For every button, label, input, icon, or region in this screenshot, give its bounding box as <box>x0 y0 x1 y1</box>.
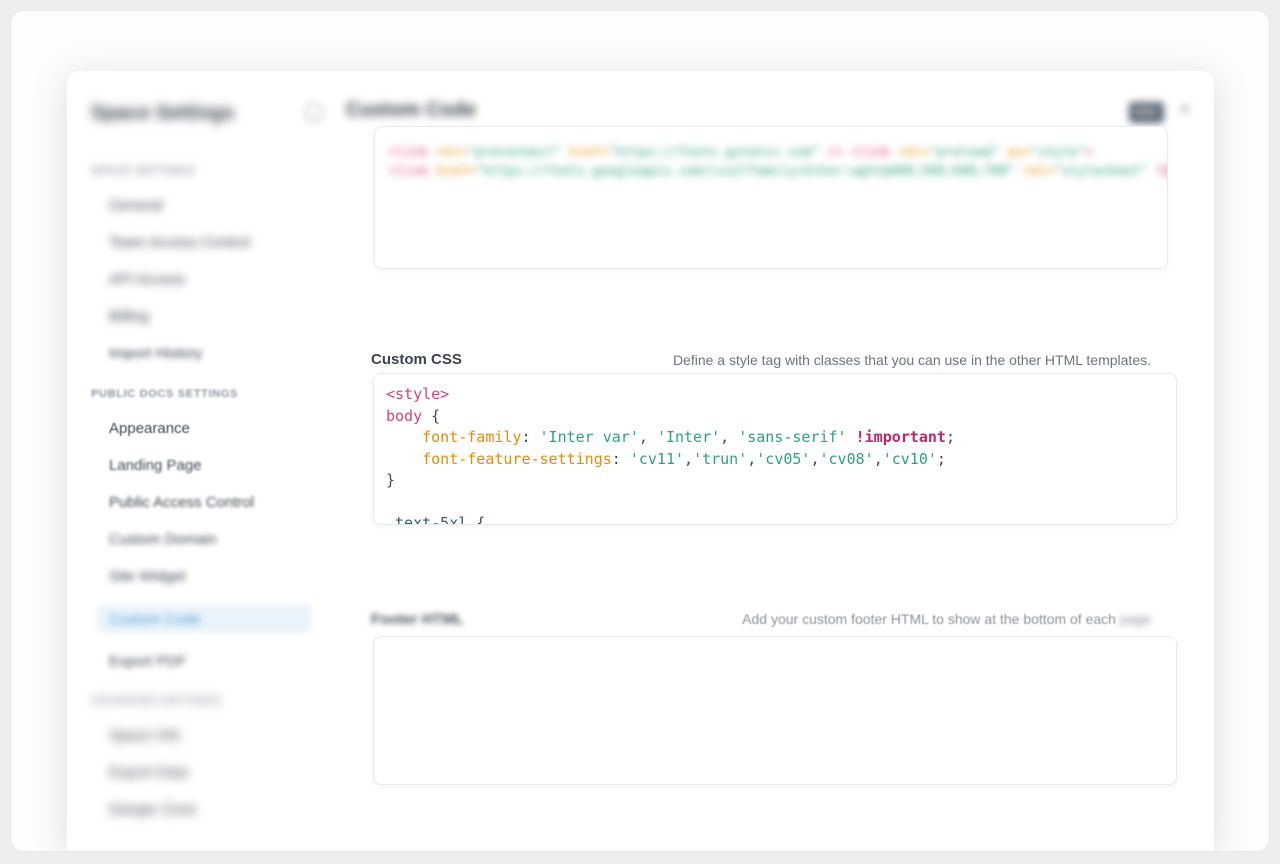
sidebar-section: ADVANCED SETTINGS Space Info Export Data Da… <box>67 694 332 818</box>
sidebar-item-api-access[interactable]: API Access <box>109 271 185 288</box>
sidebar-item-billing[interactable]: Billing <box>109 308 149 325</box>
footer-html-label: Footer HTML <box>371 611 463 629</box>
settings-sidebar: Space Settings SPACE SETTINGS General Team… <box>67 71 332 851</box>
code-line: body { <box>386 406 1176 428</box>
page-title: Custom Code <box>346 97 476 124</box>
sidebar-item-team-access-control[interactable]: Team Access Control <box>109 234 250 251</box>
code-line: <link rel="preconnect" href="https://fon… <box>389 143 1153 162</box>
sidebar-item-danger-zone[interactable]: Danger Zone <box>109 801 197 818</box>
code-line: } <box>386 470 1176 492</box>
esc-key-badge: ESC <box>1129 102 1164 123</box>
sidebar-item-landing-page[interactable]: Landing Page <box>109 457 202 474</box>
sidebar-section-header: ADVANCED SETTINGS <box>91 694 332 709</box>
header-html-code-editor[interactable]: <link rel="preconnect" href="https://fon… <box>374 126 1168 269</box>
sidebar-item-general[interactable]: General <box>109 197 162 214</box>
code-line: <link href="https://fonts.googleapis.com… <box>389 162 1153 181</box>
footer-html-description-main: Add your custom footer HTML to show at t… <box>742 611 1120 627</box>
custom-css-description: Define a style tag with classes that you… <box>673 351 1151 369</box>
footer-html-description: Add your custom footer HTML to show at t… <box>742 610 1151 628</box>
settings-modal: Space Settings SPACE SETTINGS General Team… <box>67 71 1214 851</box>
close-icon[interactable]: ✕ <box>1178 100 1192 120</box>
code-line: .text-5xl { <box>386 513 1176 525</box>
header-html-code: <link rel="preconnect" href="https://fon… <box>389 143 1153 181</box>
sidebar-title: Space Settings <box>91 100 332 127</box>
settings-window: Space Settings SPACE SETTINGS General Team… <box>10 10 1270 852</box>
sidebar-item-import-history[interactable]: Import History <box>109 345 202 362</box>
sidebar-item-custom-code[interactable]: Custom Code <box>97 605 311 633</box>
code-line: <style> <box>386 384 1176 406</box>
custom-css-label: Custom CSS <box>371 351 462 369</box>
sidebar-section-header: SPACE SETTINGS <box>91 164 332 179</box>
sidebar-section: SPACE SETTINGS General Team Access Control… <box>67 164 332 362</box>
footer-html-description-tail: page <box>1120 611 1151 627</box>
custom-css-code: <style>body { font-family: 'Inter var', … <box>386 384 1176 525</box>
code-line: font-family: 'Inter var', 'Inter', 'sans… <box>386 427 1176 449</box>
sidebar-item-export-pdf[interactable]: Export PDF <box>109 653 187 670</box>
custom-css-code-editor[interactable]: <style>body { font-family: 'Inter var', … <box>373 373 1177 525</box>
sidebar-item-appearance[interactable]: Appearance <box>109 420 190 437</box>
sidebar-item-public-access-control[interactable]: Public Access Control <box>109 494 254 511</box>
sidebar-section: PUBLIC DOCS SETTINGS Appearance Landing Pa… <box>67 387 332 670</box>
sidebar-collapse-icon[interactable]: ‹ <box>304 103 324 123</box>
sidebar-section-header: PUBLIC DOCS SETTINGS <box>91 387 332 402</box>
footer-html-code-editor[interactable]: Save <box>373 636 1177 785</box>
sidebar-item-space-info[interactable]: Space Info <box>109 727 181 744</box>
sidebar-nav: SPACE SETTINGS General Team Access Control… <box>67 164 332 818</box>
sidebar-item-site-widget[interactable]: Site Widget <box>109 568 186 585</box>
code-line: font-feature-settings: 'cv11','trun','cv… <box>386 449 1176 471</box>
sidebar-item-custom-domain[interactable]: Custom Domain <box>109 531 217 548</box>
code-line <box>386 492 1176 514</box>
sidebar-item-export-data[interactable]: Export Data <box>109 764 188 781</box>
